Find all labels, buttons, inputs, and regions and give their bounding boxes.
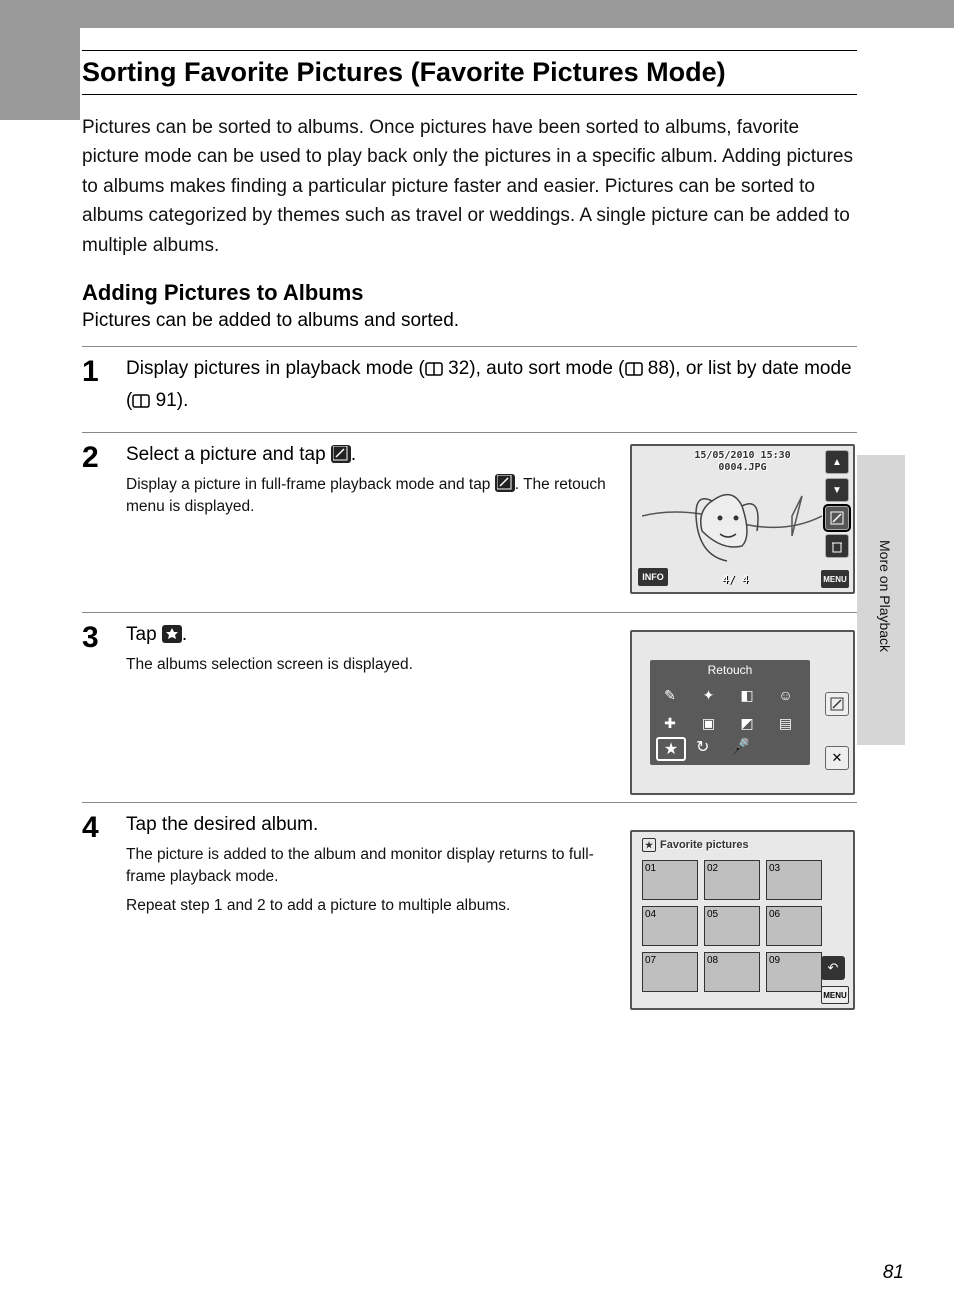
album-cell[interactable]: 06 <box>766 906 822 946</box>
menu-button[interactable]: MENU <box>821 986 849 1004</box>
subtext: Pictures can be added to albums and sort… <box>82 310 857 332</box>
step-3-title: Tap . <box>126 621 606 650</box>
favorite-pictures-screen-figure: ★ Favorite pictures 01 02 03 04 05 06 07… <box>630 830 855 1010</box>
retouch-icon[interactable] <box>825 692 849 716</box>
page-margin-left <box>0 0 80 120</box>
star-icon <box>162 625 182 643</box>
album-cell[interactable]: 08 <box>704 952 760 992</box>
text: Display a picture in full-frame playback… <box>126 476 495 493</box>
text: ). <box>177 390 189 411</box>
filter-icon[interactable]: ◩ <box>733 712 761 734</box>
subheading: Adding Pictures to Albums <box>82 280 857 306</box>
retouch-icon[interactable] <box>825 506 849 530</box>
album-cell[interactable]: 01 <box>642 860 698 900</box>
retouch-panel-title: Retouch <box>650 660 810 680</box>
step-4-desc2: Repeat step 1 and 2 to add a picture to … <box>126 895 606 917</box>
step-number: 4 <box>82 811 126 992</box>
album-cell[interactable]: 07 <box>642 952 698 992</box>
screen-date: 15/05/2010 15:30 <box>632 450 853 461</box>
favorite-star-button[interactable]: ★ <box>656 737 686 761</box>
step-number: 3 <box>82 621 126 792</box>
book-icon <box>625 358 643 387</box>
text: Tap <box>126 624 162 645</box>
page-title: Sorting Favorite Pictures (Favorite Pict… <box>82 50 857 95</box>
playback-screen-figure: 15/05/2010 15:30 0004.JPG ▲ ▼ INFO 4/ 4 <box>630 444 855 594</box>
info-button[interactable]: INFO <box>638 568 668 586</box>
mic-icon[interactable]: 🎤 <box>730 737 750 757</box>
retouch-screen-figure: Retouch ✎ ✦ ◧ ☺ ✚ ▣ ◩ ▤ ★ ↻ 🎤 ✕ <box>630 630 855 795</box>
album-cell[interactable]: 09 <box>766 952 822 992</box>
text: Select a picture and tap <box>126 444 331 465</box>
stretch-icon[interactable]: ✚ <box>656 712 684 734</box>
favorite-header-label: Favorite pictures <box>660 839 749 851</box>
text: . <box>351 444 356 465</box>
retouch-icon <box>331 445 351 463</box>
perspective-icon[interactable]: ▣ <box>695 712 723 734</box>
menu-button[interactable]: MENU <box>821 570 849 588</box>
step-1: 1 Display pictures in playback mode ( 32… <box>82 346 857 432</box>
close-icon[interactable]: ✕ <box>825 746 849 770</box>
step-3-desc: The albums selection screen is displayed… <box>126 654 606 676</box>
intro-paragraph: Pictures can be sorted to albums. Once p… <box>82 113 857 260</box>
step-4-title: Tap the desired album. <box>126 811 606 840</box>
step-1-title: Display pictures in playback mode ( 32),… <box>126 355 857 418</box>
text: ), auto sort mode ( <box>469 358 624 379</box>
trash-icon[interactable] <box>825 534 849 558</box>
quick-retouch-icon[interactable]: ✦ <box>695 684 723 706</box>
step-number: 1 <box>82 355 126 422</box>
page-ref: 88 <box>648 358 669 379</box>
step-4-desc1: The picture is added to the album and mo… <box>126 844 606 889</box>
down-arrow-icon[interactable]: ▼ <box>825 478 849 502</box>
skin-softening-icon[interactable]: ☺ <box>772 684 800 706</box>
book-icon <box>425 358 443 387</box>
screen-filename: 0004.JPG <box>632 462 853 473</box>
page-ref: 32 <box>448 358 469 379</box>
book-icon <box>132 390 150 419</box>
rotate-icon[interactable]: ↻ <box>696 737 709 757</box>
up-arrow-icon[interactable]: ▲ <box>825 450 849 474</box>
dlighting-icon[interactable]: ◧ <box>733 684 761 706</box>
playback-illustration <box>642 476 822 586</box>
album-cell[interactable]: 05 <box>704 906 760 946</box>
side-tab-label: More on Playback <box>877 540 893 652</box>
step-2-desc: Display a picture in full-frame playback… <box>126 474 606 519</box>
album-cell[interactable]: 03 <box>766 860 822 900</box>
step-number: 2 <box>82 441 126 602</box>
text: . <box>182 624 187 645</box>
album-cell[interactable]: 02 <box>704 860 760 900</box>
retouch-icon <box>495 474 515 492</box>
small-pic-icon[interactable]: ▤ <box>772 712 800 734</box>
step-2-title: Select a picture and tap . <box>126 441 606 470</box>
screen-counter: 4/ 4 <box>722 573 749 586</box>
favorite-header: ★ Favorite pictures <box>642 838 749 852</box>
page-margin-top <box>0 0 954 28</box>
page-number: 81 <box>883 1262 904 1284</box>
album-cell[interactable]: 04 <box>642 906 698 946</box>
back-icon[interactable]: ↶ <box>821 956 845 980</box>
paint-icon[interactable]: ✎ <box>656 684 684 706</box>
star-icon: ★ <box>642 838 656 852</box>
page-ref: 91 <box>156 390 177 411</box>
text: Display pictures in playback mode ( <box>126 358 425 379</box>
